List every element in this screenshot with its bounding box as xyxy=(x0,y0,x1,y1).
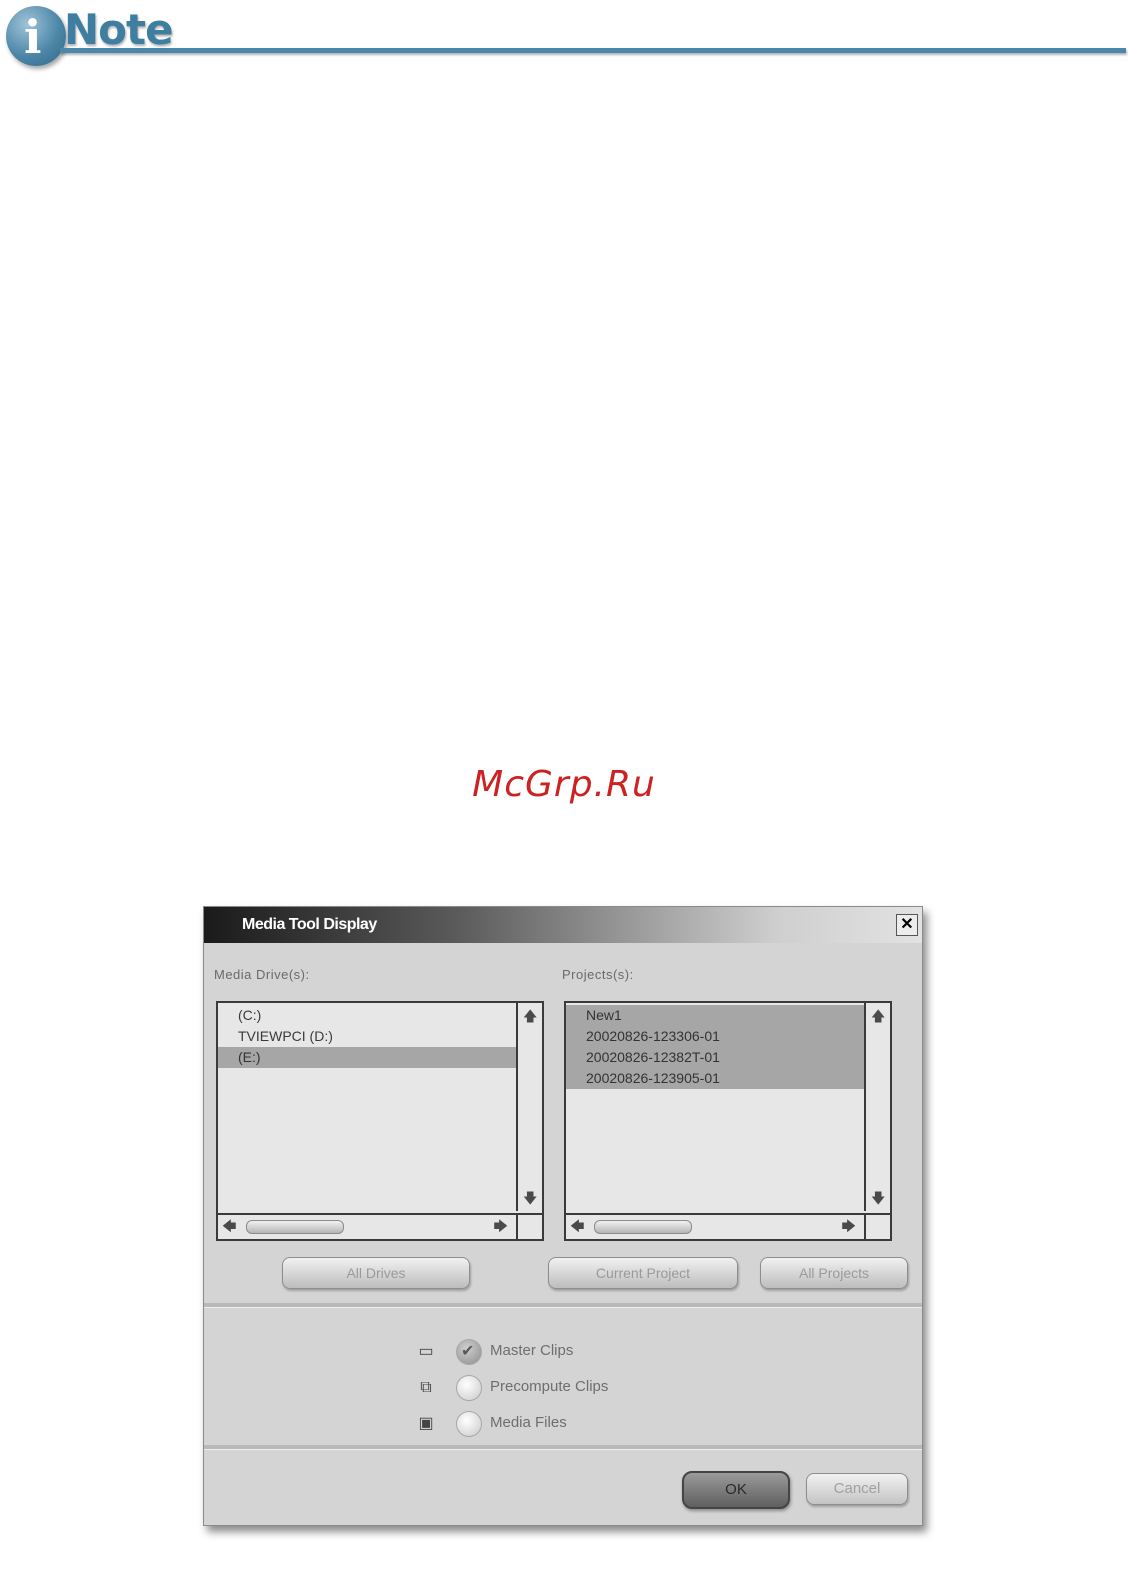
note-logo-letter: i xyxy=(24,10,42,64)
separator xyxy=(204,1303,922,1308)
current-project-button[interactable]: Current Project xyxy=(548,1257,738,1289)
projects-label: Projects(s): xyxy=(562,967,634,982)
close-button[interactable]: ✕ xyxy=(896,914,918,936)
scroll-left-arrow-icon[interactable]: 🡄 xyxy=(222,1219,236,1233)
close-icon: ✕ xyxy=(900,916,914,933)
media-drives-label: Media Drive(s): xyxy=(214,967,310,982)
dialog-titlebar[interactable]: Media Tool Display ✕ xyxy=(204,907,922,943)
media-tool-display-dialog: Media Tool Display ✕ Media Drive(s): (C:… xyxy=(203,906,923,1526)
film-strip-icon: ▭ xyxy=(418,1343,434,1360)
drive-list-item[interactable]: TVIEWPCI (D:) xyxy=(218,1026,516,1047)
scrollbar-corner xyxy=(516,1213,542,1239)
drives-horizontal-scrollbar[interactable]: 🡄 🡆 xyxy=(218,1213,516,1239)
separator xyxy=(204,1445,922,1450)
project-list-item[interactable]: 20020826-12382T-01 xyxy=(566,1047,864,1068)
scroll-right-arrow-icon[interactable]: 🡆 xyxy=(842,1219,856,1233)
project-list-item[interactable]: 20020826-123306-01 xyxy=(566,1026,864,1047)
project-list-item[interactable]: New1 xyxy=(566,1005,864,1026)
scroll-right-arrow-icon[interactable]: 🡆 xyxy=(494,1219,508,1233)
option-label: Media Files xyxy=(490,1414,567,1431)
drive-list-item[interactable]: (C:) xyxy=(218,1005,516,1026)
project-list-item[interactable]: 20020826-123905-01 xyxy=(566,1068,864,1089)
all-drives-button[interactable]: All Drives xyxy=(282,1257,470,1289)
media-drives-list: (C:) TVIEWPCI (D:) (E:) xyxy=(218,1003,516,1213)
projects-vertical-scrollbar[interactable]: 🡅 🡇 xyxy=(864,1003,890,1211)
drive-list-item[interactable]: (E:) xyxy=(218,1047,516,1068)
drives-vertical-scrollbar[interactable]: 🡅 🡇 xyxy=(516,1003,542,1211)
precompute-icon: ⧉ xyxy=(420,1379,432,1396)
media-file-icon: ▣ xyxy=(418,1415,434,1432)
projects-scroll-thumb[interactable] xyxy=(594,1220,692,1234)
option-radio[interactable] xyxy=(456,1411,482,1437)
note-logo-text: Note xyxy=(64,5,174,54)
drives-scroll-thumb[interactable] xyxy=(246,1220,344,1234)
scroll-up-arrow-icon[interactable]: 🡅 xyxy=(871,1009,885,1023)
all-projects-button[interactable]: All Projects xyxy=(760,1257,908,1289)
scroll-down-arrow-icon[interactable]: 🡇 xyxy=(523,1191,537,1205)
option-label: Precompute Clips xyxy=(490,1378,609,1395)
ok-button[interactable]: OK xyxy=(682,1471,790,1509)
projects-listbox[interactable]: New1 20020826-123306-01 20020826-12382T-01… xyxy=(564,1001,892,1241)
dialog-title: Media Tool Display xyxy=(242,916,377,933)
option-label: Master Clips xyxy=(490,1342,574,1359)
scrollbar-corner xyxy=(864,1213,890,1239)
checkmark-icon: ✔ xyxy=(461,1343,475,1360)
note-header: i Note xyxy=(0,0,1128,80)
option-radio[interactable] xyxy=(456,1375,482,1401)
watermark: McGrp.Ru xyxy=(472,764,656,805)
scroll-up-arrow-icon[interactable]: 🡅 xyxy=(523,1009,537,1023)
option-radio[interactable]: ✔ xyxy=(456,1339,482,1365)
scroll-down-arrow-icon[interactable]: 🡇 xyxy=(871,1191,885,1205)
projects-list: New1 20020826-123306-01 20020826-12382T-01… xyxy=(566,1003,864,1213)
scroll-left-arrow-icon[interactable]: 🡄 xyxy=(570,1219,584,1233)
header-rule xyxy=(60,48,1126,53)
media-drives-listbox[interactable]: (C:) TVIEWPCI (D:) (E:) 🡅 🡇 🡄 🡆 xyxy=(216,1001,544,1241)
projects-horizontal-scrollbar[interactable]: 🡄 🡆 xyxy=(566,1213,864,1239)
cancel-button[interactable]: Cancel xyxy=(806,1473,908,1505)
